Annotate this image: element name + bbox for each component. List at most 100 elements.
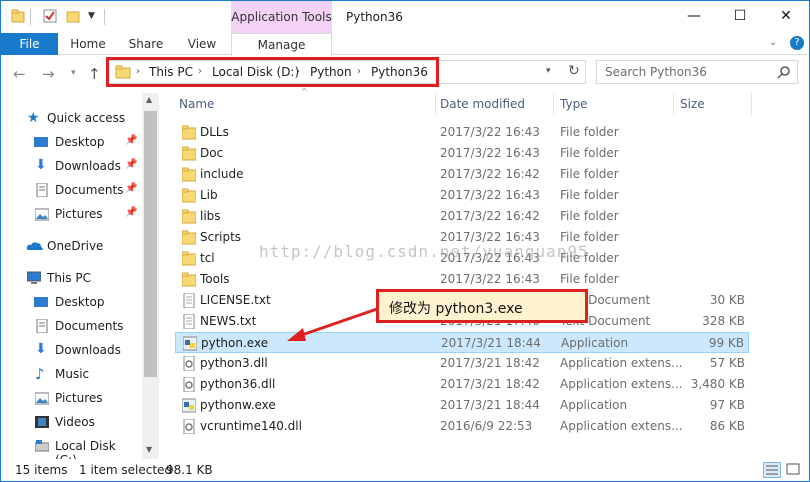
file-row[interactable]: Doc 2017/3/22 16:43 File folder bbox=[175, 143, 749, 164]
maximize-button[interactable]: ☐ bbox=[717, 1, 763, 31]
file-name: tcl bbox=[200, 251, 215, 265]
nav-item-videos[interactable]: Videos bbox=[1, 412, 141, 432]
tab-manage[interactable]: Manage bbox=[231, 33, 332, 56]
close-button[interactable]: ✕ bbox=[763, 1, 809, 31]
column-date-modified[interactable]: Date modified bbox=[440, 97, 525, 111]
nav-item-downloads[interactable]: ⬇ Downloads 📌 bbox=[1, 156, 141, 176]
column-size[interactable]: Size bbox=[680, 97, 705, 111]
back-arrow-icon[interactable]: ← bbox=[13, 65, 26, 83]
nav-item-pc-downloads[interactable]: ⬇ Downloads bbox=[1, 340, 141, 360]
text-file-icon bbox=[183, 293, 195, 308]
file-date: 2017/3/22 16:42 bbox=[440, 167, 540, 181]
file-name: python36.dll bbox=[200, 377, 276, 391]
quick-access-dropdown-icon[interactable]: ▼ bbox=[88, 11, 95, 21]
nav-scrollbar[interactable]: ▲ ▼ bbox=[142, 93, 159, 459]
new-folder-icon[interactable] bbox=[66, 9, 80, 23]
divider bbox=[751, 93, 752, 115]
search-input[interactable]: Search Python36 bbox=[605, 65, 707, 79]
search-icon[interactable] bbox=[777, 65, 791, 79]
nav-item-pictures[interactable]: Pictures 📌 bbox=[1, 204, 141, 224]
file-row[interactable]: include 2017/3/22 16:42 File folder bbox=[175, 164, 749, 185]
expand-ribbon-icon[interactable]: ⌄ bbox=[769, 37, 777, 48]
documents-icon bbox=[36, 319, 48, 333]
file-name: vcruntime140.dll bbox=[200, 419, 302, 433]
file-name: pythonw.exe bbox=[200, 398, 276, 412]
file-name: python3.dll bbox=[200, 356, 268, 370]
tab-share[interactable]: Share bbox=[117, 33, 175, 55]
pin-icon[interactable]: 📌 bbox=[125, 159, 137, 170]
nav-item-label: Downloads bbox=[55, 343, 121, 357]
column-type[interactable]: Type bbox=[560, 97, 588, 111]
nav-item-pc-desktop[interactable]: Desktop bbox=[1, 292, 141, 312]
up-arrow-icon[interactable]: ↑ bbox=[88, 65, 101, 83]
pin-icon[interactable]: 📌 bbox=[125, 207, 137, 218]
item-count: 15 items bbox=[15, 463, 68, 477]
ribbon-tabs: File Home Share View Manage ⌄ ? bbox=[1, 33, 809, 56]
python-exe-icon bbox=[182, 398, 196, 413]
scroll-down-icon[interactable]: ▼ bbox=[146, 445, 152, 454]
folder-icon bbox=[182, 209, 196, 224]
nav-item-quick-access[interactable]: ★ Quick access bbox=[1, 108, 141, 128]
forward-arrow-icon[interactable]: → bbox=[42, 65, 55, 83]
desktop-icon bbox=[34, 297, 48, 307]
tab-view[interactable]: View bbox=[175, 33, 229, 55]
pin-icon[interactable]: 📌 bbox=[125, 183, 137, 194]
nav-item-this-pc[interactable]: This PC bbox=[1, 268, 141, 288]
nav-item-desktop[interactable]: Desktop 📌 bbox=[1, 132, 141, 152]
nav-item-documents[interactable]: Documents 📌 bbox=[1, 180, 141, 200]
folder-icon[interactable] bbox=[11, 9, 25, 23]
file-row[interactable]: python3.dll 2017/3/21 18:42 Application ex… bbox=[175, 353, 749, 374]
scroll-up-icon[interactable]: ▲ bbox=[146, 95, 152, 104]
file-row[interactable]: python36.dll 2017/3/21 18:42 Application e… bbox=[175, 374, 749, 395]
file-type: File folder bbox=[560, 209, 619, 223]
star-icon: ★ bbox=[27, 110, 40, 126]
folder-icon bbox=[182, 125, 196, 140]
scrollbar-thumb[interactable] bbox=[144, 111, 157, 377]
tab-home[interactable]: Home bbox=[59, 33, 117, 55]
file-row[interactable]: DLLs 2017/3/22 16:43 File folder bbox=[175, 122, 749, 143]
file-type: File folder bbox=[560, 146, 619, 160]
nav-item-pc-documents[interactable]: Documents bbox=[1, 316, 141, 336]
details-view-button[interactable] bbox=[763, 462, 781, 478]
refresh-icon[interactable]: ↻ bbox=[568, 63, 580, 79]
help-icon[interactable]: ? bbox=[790, 36, 804, 50]
file-list: ^ Name Date modified Type Size DLLs 2017/… bbox=[163, 87, 809, 459]
file-date: 2017/3/21 18:42 bbox=[440, 377, 540, 391]
nav-item-onedrive[interactable]: OneDrive bbox=[1, 236, 141, 256]
divider bbox=[104, 9, 105, 25]
large-icons-view-button[interactable] bbox=[785, 462, 803, 478]
nav-item-local-disk-c[interactable]: Local Disk (C:) bbox=[1, 436, 141, 467]
file-date: 2017/3/22 16:43 bbox=[440, 188, 540, 202]
selection-count: 1 item selected bbox=[79, 463, 173, 477]
file-row[interactable]: Tools 2017/3/22 16:43 File folder bbox=[175, 269, 749, 290]
file-row[interactable]: Lib 2017/3/22 16:43 File folder bbox=[175, 185, 749, 206]
tab-file[interactable]: File bbox=[1, 33, 58, 55]
nav-item-pc-pictures[interactable]: Pictures bbox=[1, 388, 141, 408]
minimize-button[interactable]: — bbox=[671, 1, 717, 31]
nav-item-label: Pictures bbox=[55, 207, 103, 221]
file-row[interactable]: pythonw.exe 2017/3/21 18:44 Application 97 … bbox=[175, 395, 749, 416]
tiles-view-icon bbox=[786, 463, 800, 475]
pin-icon[interactable]: 📌 bbox=[125, 135, 137, 146]
file-name: NEWS.txt bbox=[200, 314, 257, 328]
properties-icon[interactable] bbox=[43, 9, 57, 23]
nav-item-music[interactable]: ♪ Music bbox=[1, 364, 141, 384]
recent-locations-icon[interactable]: ▾ bbox=[71, 68, 76, 78]
file-row[interactable]: python.exe 2017/3/21 18:44 Application 99 K… bbox=[175, 332, 749, 353]
details-view-icon bbox=[766, 465, 778, 475]
file-name: python.exe bbox=[201, 336, 269, 350]
folder-icon bbox=[182, 272, 196, 287]
file-name: include bbox=[200, 167, 244, 181]
annotation-arrow bbox=[287, 307, 378, 341]
address-dropdown-icon[interactable]: ▾ bbox=[546, 66, 551, 76]
column-name[interactable]: Name bbox=[179, 97, 214, 111]
context-tab-label: Application Tools bbox=[231, 10, 332, 24]
search-box[interactable]: Search Python36 bbox=[596, 60, 798, 84]
file-date: 2017/3/22 16:43 bbox=[440, 146, 540, 160]
file-type: Application extens... bbox=[560, 377, 683, 391]
file-row[interactable]: vcruntime140.dll 2016/6/9 22:53 Applicatio… bbox=[175, 416, 749, 437]
callout-text: 修改为 python3.exe bbox=[389, 301, 523, 317]
file-row[interactable]: libs 2017/3/22 16:42 File folder bbox=[175, 206, 749, 227]
nav-item-label: Desktop bbox=[55, 135, 105, 149]
text-file-icon bbox=[183, 314, 195, 329]
